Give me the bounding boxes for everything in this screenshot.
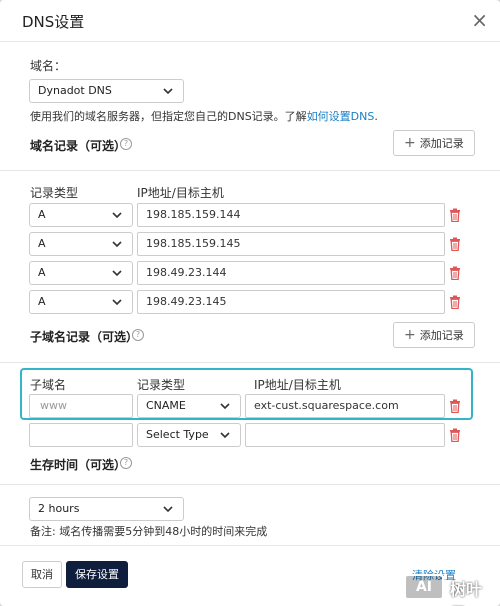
ttl-title: 生存时间（可选） [30,458,127,472]
subdomain-record-type-select[interactable]: Select Type [137,423,241,447]
trash-icon[interactable] [449,428,461,442]
how-to-setup-dns-link[interactable]: 如何设置DNS [307,110,375,123]
domain-label: 域名： [30,59,67,73]
ttl-value: 2 hours [38,502,80,515]
trash-icon[interactable] [449,266,461,280]
add-record-label: 添加记录 [419,137,464,150]
chevron-down-icon [112,212,122,219]
add-domain-record-button[interactable]: + 添加记录 [393,130,475,156]
ip-target-input[interactable] [245,423,445,447]
watermark-logo-mark: AI [404,574,444,600]
divider [0,545,500,546]
domain-dns-value: Dynadot DNS [38,84,112,97]
divider [0,170,500,171]
subdomain-records-title: 子域名记录（可选） [30,330,139,344]
chevron-down-icon [163,88,173,95]
chevron-down-icon [112,299,122,306]
trash-icon[interactable] [449,295,461,309]
record-type-header: 记录类型 [137,378,186,392]
domain-hint-end: . [374,110,378,123]
subdomain-header: 子域名 [30,378,67,392]
ttl-select[interactable]: 2 hours [29,497,184,521]
record-type-select[interactable]: A [29,203,133,227]
ttl-note: 备注: 域名传播需要5分钟到48小时的时间来完成 [30,525,268,538]
ip-target-input[interactable]: 198.185.159.145 [137,232,445,256]
record-type-value: A [38,237,46,250]
dns-settings-dialog: DNS设置 × 域名： Dynadot DNS 使用我们的域名服务器，但指定您自… [0,0,500,606]
watermark-text: 树叶云 [450,580,483,606]
plus-icon: + [404,327,416,343]
subdomain-record-type-select[interactable]: CNAME [137,394,241,418]
help-icon[interactable]: ? [120,457,132,469]
ip-target-input[interactable]: 198.49.23.145 [137,290,445,314]
ip-target-input[interactable]: 198.49.23.144 [137,261,445,285]
subdomain-input[interactable] [29,423,133,447]
ip-target-header: IP地址/目标主机 [137,186,224,200]
trash-icon[interactable] [449,237,461,251]
domain-hint-text: 使用我们的域名服务器，但指定您自己的DNS记录。了解 [30,110,307,123]
close-icon[interactable]: × [471,10,488,30]
chevron-down-icon [163,506,173,513]
record-type-value: CNAME [146,399,186,412]
plus-icon: + [404,135,416,151]
cancel-button[interactable]: 取消 [22,561,62,588]
help-icon[interactable]: ? [132,329,144,341]
record-type-select[interactable]: A [29,232,133,256]
domain-records-title: 域名记录（可选） [30,139,127,153]
trash-icon[interactable] [449,399,461,413]
record-type-value: A [38,208,46,221]
divider [0,362,500,363]
chevron-down-icon [112,270,122,277]
domain-hint: 使用我们的域名服务器，但指定您自己的DNS记录。了解如何设置DNS. [30,108,378,124]
dialog-header: DNS设置 × [0,0,500,42]
ip-target-header: IP地址/目标主机 [254,378,341,392]
save-settings-button[interactable]: 保存设置 [66,561,128,588]
domain-dns-select[interactable]: Dynadot DNS [29,79,184,103]
record-type-select[interactable]: A [29,290,133,314]
chevron-down-icon [220,403,230,410]
chevron-down-icon [112,241,122,248]
add-subdomain-record-button[interactable]: + 添加记录 [393,322,475,348]
subdomain-input[interactable]: www [29,394,133,418]
add-record-label: 添加记录 [419,329,464,342]
chevron-down-icon [220,432,230,439]
dialog-title: DNS设置 [22,13,85,31]
watermark-logo: AI 树叶云 [404,568,496,606]
ip-target-input[interactable]: 198.185.159.144 [137,203,445,227]
record-type-value: A [38,295,46,308]
record-type-select[interactable]: A [29,261,133,285]
trash-icon[interactable] [449,208,461,222]
divider [0,484,500,485]
ip-target-input[interactable]: ext-cust.squarespace.com [245,394,445,418]
record-type-value: A [38,266,46,279]
record-type-value: Select Type [146,428,209,441]
record-type-header: 记录类型 [30,186,79,200]
help-icon[interactable]: ? [120,138,132,150]
